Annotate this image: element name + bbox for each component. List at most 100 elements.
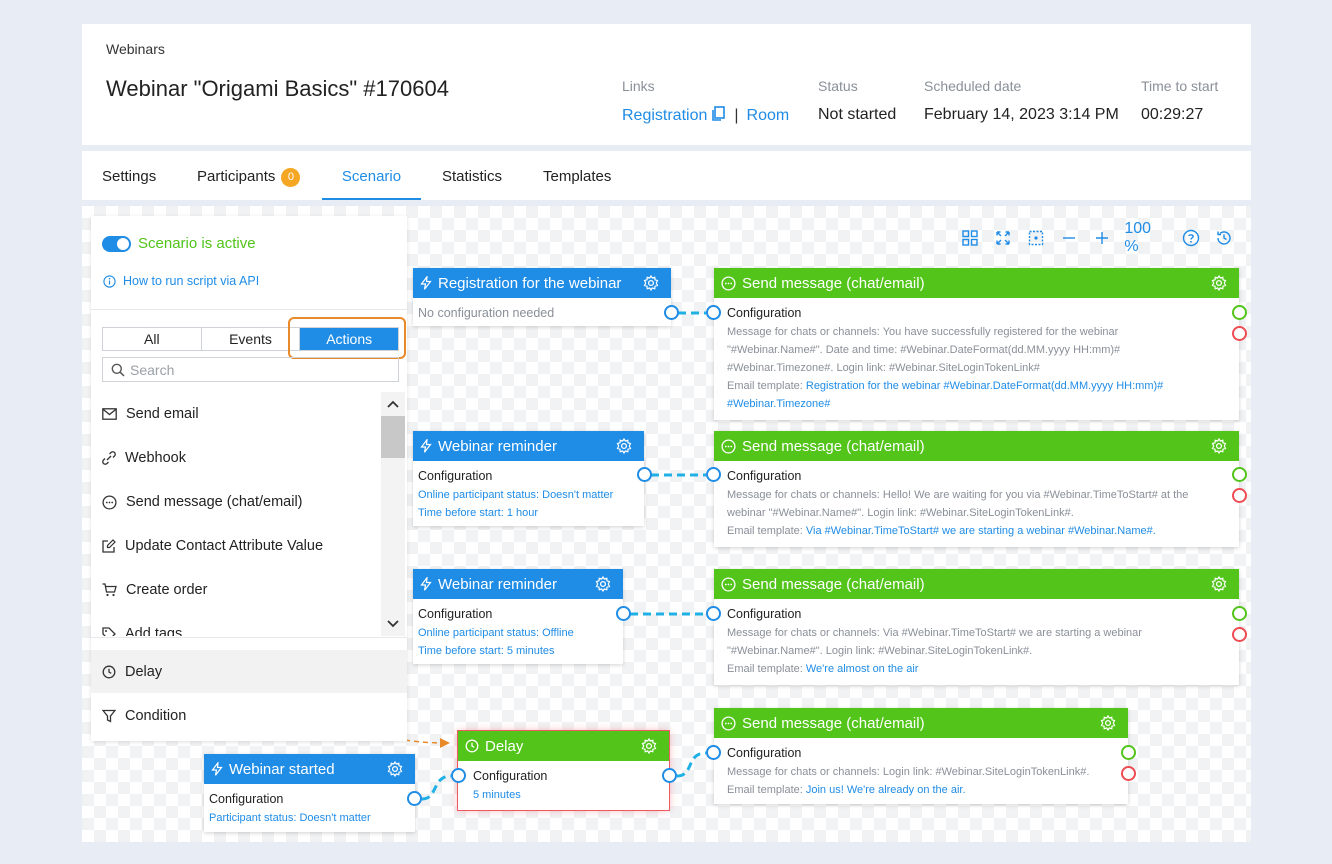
port-in-msg-2[interactable] bbox=[706, 467, 721, 482]
node-config-line: Participant status: Doesn't matter bbox=[209, 812, 371, 824]
copy-icon[interactable] bbox=[711, 106, 726, 127]
port-error-msg-3[interactable] bbox=[1232, 627, 1247, 642]
tab-statistics[interactable]: Statistics bbox=[442, 151, 502, 200]
port-in-msg-3[interactable] bbox=[706, 606, 721, 621]
lightning-icon bbox=[420, 439, 432, 453]
tab-scenario[interactable]: Scenario bbox=[322, 151, 421, 200]
zoom-out-button[interactable] bbox=[1053, 224, 1086, 252]
gear-icon[interactable] bbox=[595, 576, 611, 592]
node-config-line: Online participant status: Offline bbox=[418, 627, 574, 639]
connector-started-delay bbox=[421, 774, 452, 801]
action-list: Send email Webhook Send message (chat/em… bbox=[91, 392, 381, 636]
port-out-registration[interactable] bbox=[664, 305, 679, 320]
port-in-msg-1[interactable] bbox=[706, 305, 721, 320]
registration-link[interactable]: Registration bbox=[622, 107, 707, 124]
item-condition[interactable]: Condition bbox=[91, 694, 407, 737]
node-title: Webinar started bbox=[229, 760, 335, 778]
action-send-email[interactable]: Send email bbox=[91, 392, 381, 436]
history-button[interactable] bbox=[1207, 224, 1240, 252]
node-send-message-3[interactable]: Send message (chat/email) Configuration … bbox=[714, 569, 1239, 685]
port-success-msg-4[interactable] bbox=[1121, 745, 1136, 760]
node-header: Send message (chat/email) bbox=[714, 431, 1239, 461]
template-link[interactable]: We're almost on the air bbox=[806, 663, 919, 675]
action-send-message[interactable]: Send message (chat/email) bbox=[91, 480, 381, 524]
node-config-line: Time before start: 5 minutes bbox=[418, 645, 555, 657]
scenario-canvas[interactable]: 100 % Scenario is active How to run scri… bbox=[82, 206, 1251, 842]
node-send-message-1[interactable]: Send message (chat/email) Configuration … bbox=[714, 268, 1239, 420]
node-webinar-started[interactable]: Webinar started Configuration Participan… bbox=[204, 754, 415, 832]
node-reminder-1[interactable]: Webinar reminder Configuration Online pa… bbox=[413, 431, 644, 526]
gear-icon[interactable] bbox=[387, 761, 403, 777]
filter-all[interactable]: All bbox=[103, 328, 202, 350]
node-header: Registration for the webinar bbox=[413, 268, 671, 298]
gear-icon[interactable] bbox=[1211, 576, 1227, 592]
port-success-msg-1[interactable] bbox=[1232, 305, 1247, 320]
template-link[interactable]: Join us! We're already on the air. bbox=[806, 784, 966, 796]
grid-view-button[interactable] bbox=[954, 224, 987, 252]
links-label: Links bbox=[622, 78, 655, 94]
scroll-down-button[interactable] bbox=[381, 612, 405, 636]
clock-icon bbox=[465, 739, 479, 753]
chat-icon bbox=[721, 715, 736, 731]
tab-participants[interactable]: Participants 0 bbox=[197, 151, 301, 200]
lightning-icon bbox=[420, 577, 432, 591]
action-label: Create order bbox=[126, 582, 208, 598]
scroll-thumb[interactable] bbox=[381, 416, 405, 458]
node-config-label: Configuration bbox=[727, 306, 802, 320]
item-delay[interactable]: Delay bbox=[91, 650, 407, 693]
node-reminder-2[interactable]: Webinar reminder Configuration Online pa… bbox=[413, 569, 623, 664]
port-out-reminder-1[interactable] bbox=[637, 467, 652, 482]
template-label: Email template: bbox=[727, 525, 806, 537]
port-out-delay[interactable] bbox=[662, 768, 677, 783]
port-error-msg-4[interactable] bbox=[1121, 766, 1136, 781]
node-message-line: Message for chats or channels: You have … bbox=[727, 326, 1119, 338]
action-add-tags[interactable]: Add tags bbox=[91, 612, 381, 636]
zoom-in-button[interactable] bbox=[1086, 224, 1119, 252]
gear-icon[interactable] bbox=[643, 275, 659, 291]
room-link[interactable]: Room bbox=[747, 107, 790, 124]
api-help-link[interactable]: How to run script via API bbox=[103, 274, 259, 288]
gear-icon[interactable] bbox=[1100, 715, 1116, 731]
tab-templates[interactable]: Templates bbox=[543, 151, 611, 200]
node-send-message-2[interactable]: Send message (chat/email) Configuration … bbox=[714, 431, 1239, 547]
action-create-order[interactable]: Create order bbox=[91, 568, 381, 612]
action-webhook[interactable]: Webhook bbox=[91, 436, 381, 480]
action-list-scrollbar[interactable] bbox=[381, 392, 405, 636]
port-success-msg-2[interactable] bbox=[1232, 467, 1247, 482]
gear-icon[interactable] bbox=[1211, 438, 1227, 454]
time-column: Time to start 00:29:27 bbox=[1141, 78, 1218, 124]
search-input[interactable] bbox=[130, 361, 390, 378]
tab-settings[interactable]: Settings bbox=[102, 151, 156, 200]
node-title: Delay bbox=[485, 737, 524, 755]
template-link[interactable]: Via #Webinar.TimeToStart# we are startin… bbox=[806, 525, 1156, 537]
port-error-msg-1[interactable] bbox=[1232, 326, 1247, 341]
node-config-label: Configuration bbox=[209, 792, 284, 806]
port-in-delay[interactable] bbox=[451, 768, 466, 783]
gear-icon[interactable] bbox=[1211, 275, 1227, 291]
node-send-message-4[interactable]: Send message (chat/email) Configuration … bbox=[714, 708, 1128, 804]
links-column: Links Registration | Room bbox=[622, 78, 789, 127]
template-link-cont[interactable]: #Webinar.Timezone# bbox=[727, 395, 1234, 413]
help-button[interactable] bbox=[1174, 224, 1207, 252]
time-value: 00:29:27 bbox=[1141, 106, 1204, 123]
port-in-msg-4[interactable] bbox=[706, 745, 721, 760]
node-config-line: Online participant status: Doesn't matte… bbox=[418, 489, 614, 501]
port-out-webinar-started[interactable] bbox=[407, 791, 422, 806]
port-success-msg-3[interactable] bbox=[1232, 606, 1247, 621]
action-label: Webhook bbox=[125, 450, 186, 466]
action-update-contact-attribute[interactable]: Update Contact Attribute Value bbox=[91, 524, 381, 568]
scroll-up-button[interactable] bbox=[381, 392, 405, 416]
fit-screen-button[interactable] bbox=[987, 224, 1020, 252]
scenario-active-toggle[interactable] bbox=[102, 235, 131, 252]
node-message-line: "#Webinar.Name#". Date and time: #Webina… bbox=[727, 344, 1121, 356]
center-view-button[interactable] bbox=[1020, 224, 1053, 252]
filter-events[interactable]: Events bbox=[202, 328, 301, 350]
breadcrumb[interactable]: Webinars bbox=[106, 41, 165, 57]
node-delay[interactable]: Delay Configuration 5 minutes bbox=[458, 731, 669, 810]
node-registration[interactable]: Registration for the webinar No configur… bbox=[413, 268, 671, 326]
port-out-reminder-2[interactable] bbox=[616, 606, 631, 621]
gear-icon[interactable] bbox=[616, 438, 632, 454]
template-link[interactable]: Registration for the webinar #Webinar.Da… bbox=[806, 380, 1163, 392]
gear-icon[interactable] bbox=[641, 738, 657, 754]
port-error-msg-2[interactable] bbox=[1232, 488, 1247, 503]
